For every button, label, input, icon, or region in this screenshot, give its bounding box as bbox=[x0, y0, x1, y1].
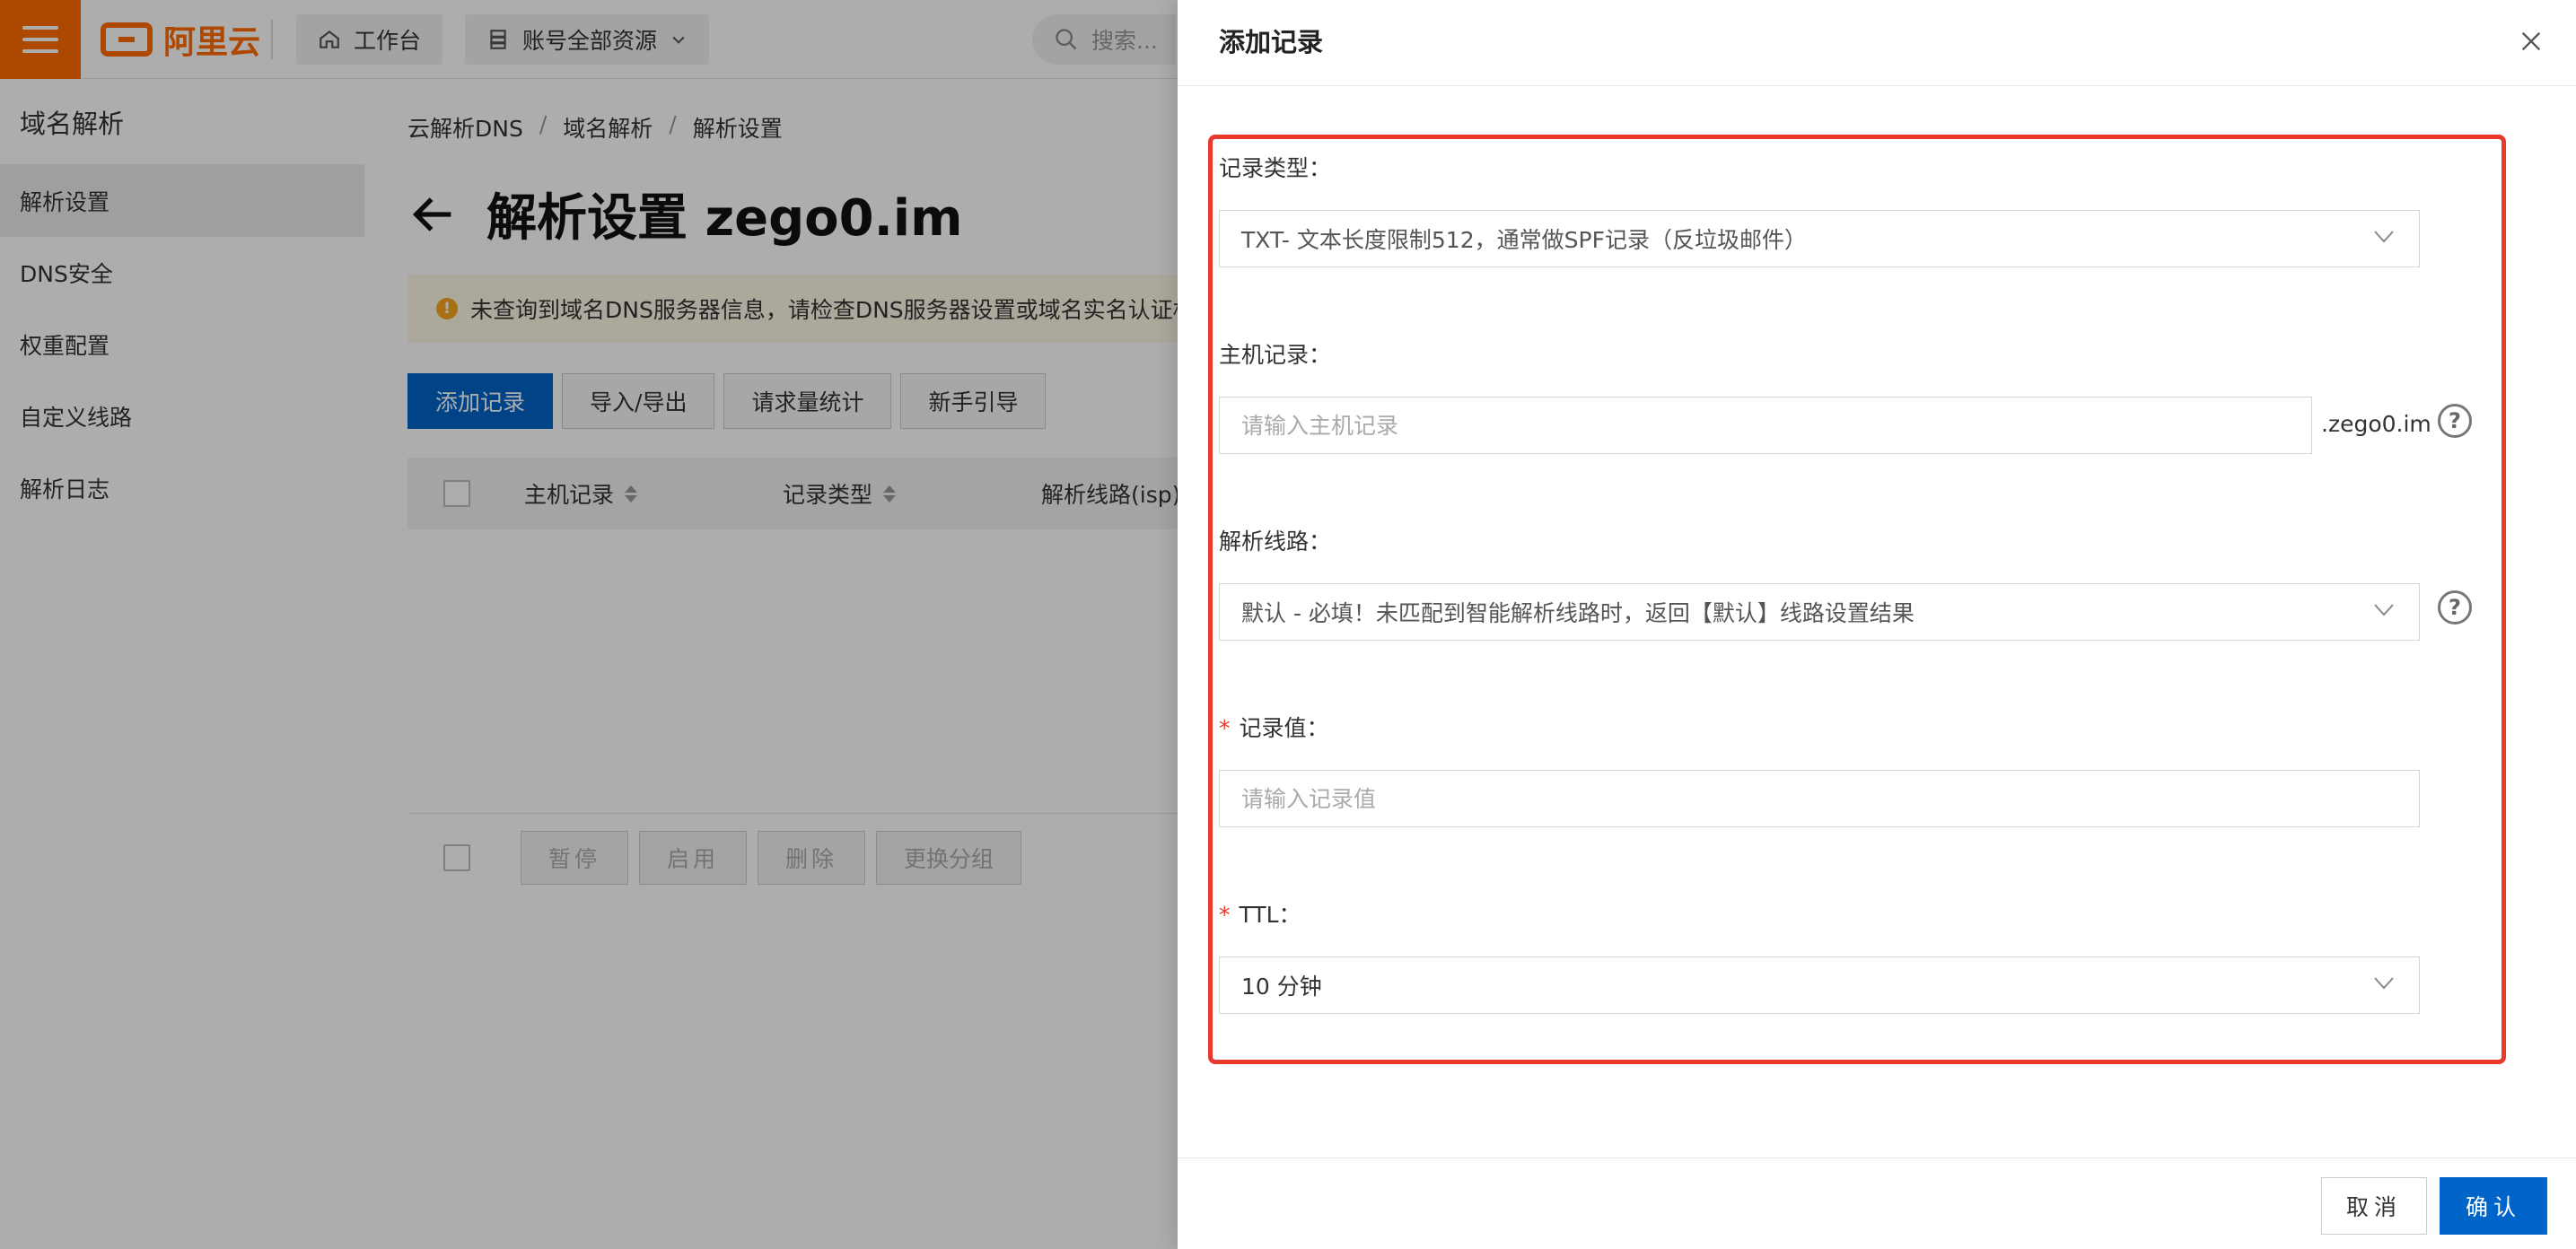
question-icon[interactable]: ? bbox=[2438, 404, 2472, 438]
host-record-input[interactable] bbox=[1219, 397, 2312, 454]
required-asterisk: * bbox=[1219, 902, 1231, 928]
drawer-title: 添加记录 bbox=[1219, 27, 1324, 57]
required-asterisk: * bbox=[1219, 715, 1231, 741]
record-type-value: TXT- 文本长度限制512，通常做SPF记录（反垃圾邮件） bbox=[1241, 227, 1807, 253]
resolution-line-select[interactable]: 默认 - 必填！未匹配到智能解析线路时，返回【默认】线路设置结果 bbox=[1219, 583, 2420, 641]
modal-backdrop[interactable] bbox=[0, 0, 1178, 1249]
record-type-label: 记录类型： bbox=[1219, 155, 1332, 181]
resolution-line-value: 默认 - 必填！未匹配到智能解析线路时，返回【默认】线路设置结果 bbox=[1241, 600, 1914, 626]
question-icon[interactable]: ? bbox=[2438, 590, 2472, 624]
cancel-button[interactable]: 取消 bbox=[2321, 1177, 2427, 1235]
host-record-label: 主机记录： bbox=[1219, 342, 1332, 368]
record-type-select[interactable]: TXT- 文本长度限制512，通常做SPF记录（反垃圾邮件） bbox=[1219, 210, 2420, 267]
drawer-header: 添加记录 bbox=[1178, 0, 2576, 86]
chevron-down-icon bbox=[2374, 604, 2394, 616]
chevron-down-icon bbox=[2374, 231, 2394, 243]
ttl-select[interactable]: 10 分钟 bbox=[1219, 956, 2420, 1014]
record-value-input[interactable] bbox=[1219, 770, 2420, 827]
record-value-label: * 记录值： bbox=[1219, 711, 1329, 743]
chevron-down-icon bbox=[2374, 977, 2394, 990]
close-button[interactable] bbox=[2510, 20, 2553, 63]
ttl-label-text: TTL： bbox=[1239, 902, 1301, 928]
domain-suffix: .zego0.im bbox=[2321, 411, 2431, 437]
ttl-value: 10 分钟 bbox=[1241, 974, 1322, 1000]
close-icon bbox=[2521, 31, 2541, 51]
ttl-label: * TTL： bbox=[1219, 897, 1301, 930]
record-value-label-text: 记录值： bbox=[1239, 715, 1329, 741]
resolution-line-label: 解析线路： bbox=[1219, 528, 1332, 555]
add-record-drawer: 添加记录 记录类型： TXT- 文本长度限制512，通常做SPF记录（反垃圾邮件… bbox=[1178, 0, 2576, 1249]
confirm-button[interactable]: 确认 bbox=[2440, 1177, 2547, 1235]
